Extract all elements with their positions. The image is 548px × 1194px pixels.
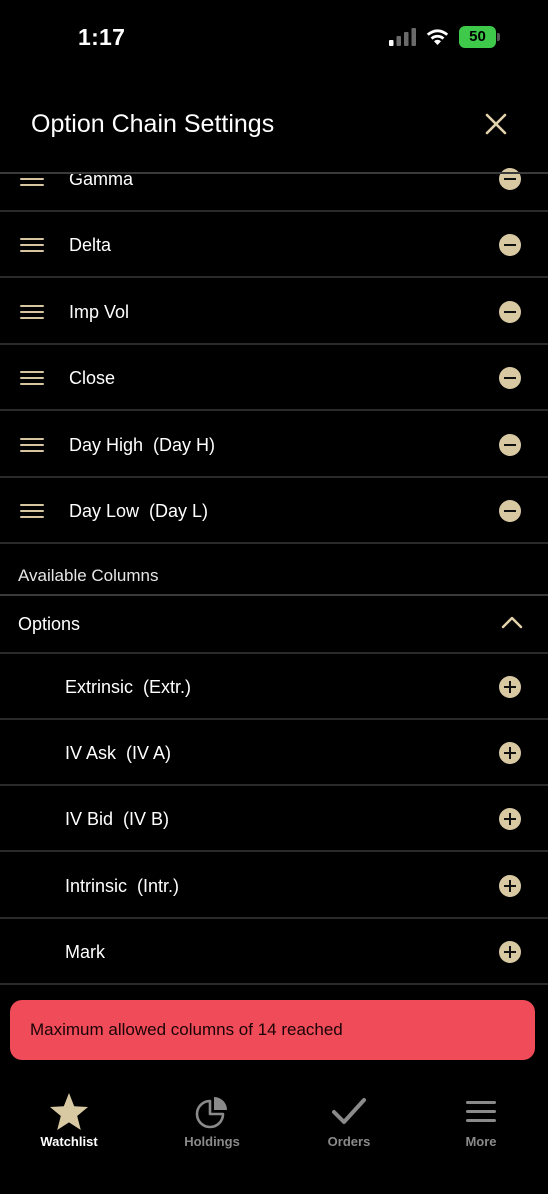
selected-column-row[interactable]: Delta xyxy=(0,212,548,279)
available-columns-heading: Available Columns xyxy=(18,566,159,585)
column-label: Close xyxy=(69,368,116,389)
column-label: Imp Vol xyxy=(69,301,130,322)
column-label: Intrinsic (Intr.) xyxy=(65,875,180,896)
drag-handle-icon[interactable] xyxy=(20,437,44,452)
remove-column-icon[interactable] xyxy=(499,300,521,323)
drag-handle-icon[interactable] xyxy=(20,172,44,186)
column-label: Day Low (Day L) xyxy=(69,501,209,521)
checkmark-icon xyxy=(332,1098,366,1124)
tab-label: Orders xyxy=(327,1134,371,1149)
column-label: Day High (Day H) xyxy=(69,434,216,455)
selected-column-row[interactable]: Close xyxy=(0,345,548,412)
toast-message: Maximum allowed columns of 14 reached xyxy=(30,1020,343,1039)
available-column-row[interactable]: Mark xyxy=(0,919,548,985)
available-column-row[interactable]: Extrinsic (Extr.) xyxy=(0,654,548,720)
selected-column-row[interactable]: Gamma xyxy=(0,146,548,212)
battery-level: 50 xyxy=(469,28,486,45)
tab-label: Holdings xyxy=(184,1134,240,1149)
wifi-icon xyxy=(426,29,449,45)
drag-handle-icon[interactable] xyxy=(20,504,44,518)
bottom-tab-bar: Watchlist Holdings Orders More xyxy=(0,1070,548,1194)
hamburger-icon xyxy=(466,1101,496,1122)
error-toast: Maximum allowed columns of 14 reached xyxy=(10,1000,535,1060)
battery-icon: 50 xyxy=(459,26,500,48)
selected-column-row[interactable]: Day Low (Day L) xyxy=(0,478,548,544)
remove-column-icon[interactable] xyxy=(499,433,521,456)
tab-label: Watchlist xyxy=(40,1134,98,1149)
tab-more[interactable]: More xyxy=(426,1090,536,1160)
column-label: IV Ask (IV A) xyxy=(65,743,172,764)
add-column-icon[interactable] xyxy=(499,940,521,963)
options-group-header[interactable]: Options xyxy=(0,596,548,654)
available-column-row[interactable]: IV Ask (IV A) xyxy=(0,720,548,787)
tab-orders[interactable]: Orders xyxy=(294,1090,404,1160)
options-group-label: Options xyxy=(18,614,81,634)
status-bar: 1:17 50 xyxy=(0,0,548,75)
cellular-signal-icon xyxy=(389,28,416,46)
column-label: Gamma xyxy=(69,169,134,189)
add-column-icon[interactable] xyxy=(499,742,521,765)
column-label: Delta xyxy=(69,235,112,256)
column-label: Mark xyxy=(65,941,105,962)
column-label: IV Bid (IV B) xyxy=(65,809,170,830)
remove-column-icon[interactable] xyxy=(499,234,521,257)
page-title: Option Chain Settings xyxy=(31,110,275,138)
remove-column-icon[interactable] xyxy=(499,367,521,390)
add-column-icon[interactable] xyxy=(499,808,521,831)
tab-label: More xyxy=(465,1134,497,1149)
add-column-icon[interactable] xyxy=(499,874,521,897)
drag-handle-icon[interactable] xyxy=(20,371,44,386)
remove-column-icon[interactable] xyxy=(499,500,521,522)
available-column-row[interactable]: Intrinsic (Intr.) xyxy=(0,853,548,919)
pie-chart-icon xyxy=(195,1097,227,1129)
close-icon[interactable] xyxy=(478,106,514,142)
drag-handle-icon[interactable] xyxy=(20,304,44,319)
status-time: 1:17 xyxy=(78,24,126,50)
drag-handle-icon[interactable] xyxy=(20,238,44,253)
tab-watchlist[interactable]: Watchlist xyxy=(14,1090,124,1160)
header-divider xyxy=(0,172,548,174)
available-column-row[interactable]: IV Bid (IV B) xyxy=(0,786,548,853)
selected-column-row[interactable]: Day High (Day H) xyxy=(0,412,548,478)
selected-column-row[interactable]: Imp Vol xyxy=(0,279,548,345)
tab-holdings[interactable]: Holdings xyxy=(157,1090,267,1160)
add-column-icon[interactable] xyxy=(499,676,521,698)
chevron-up-icon[interactable] xyxy=(500,614,524,630)
star-icon xyxy=(50,1093,88,1130)
column-label: Extrinsic (Extr.) xyxy=(65,677,192,697)
